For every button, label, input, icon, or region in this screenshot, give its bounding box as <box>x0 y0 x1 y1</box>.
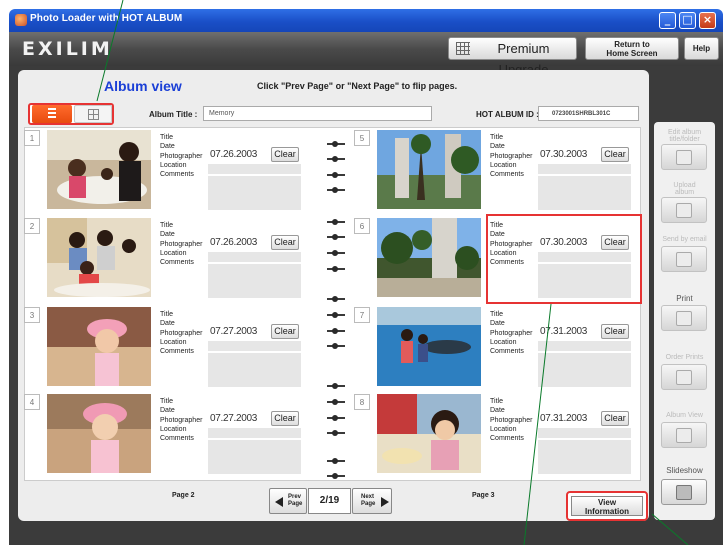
app-window: Photo Loader with HOT ALBUM _ □ × EXILIM… <box>0 0 725 545</box>
binder-ring <box>327 141 345 147</box>
binder-ring <box>327 296 345 302</box>
binder-ring <box>327 383 345 389</box>
binder-ring <box>327 328 345 334</box>
binder-ring <box>327 312 345 318</box>
binder-ring <box>327 219 345 225</box>
binder-ring <box>327 250 345 256</box>
binder-ring <box>327 234 345 240</box>
binder-ring <box>327 172 345 178</box>
callout-line <box>651 513 689 545</box>
binder-ring <box>327 415 345 421</box>
callout-line <box>96 0 124 102</box>
binder-ring <box>327 156 345 162</box>
binder-ring <box>327 266 345 272</box>
binder-ring <box>327 473 345 479</box>
callout-line <box>523 303 552 545</box>
binder-ring <box>327 187 345 193</box>
binder-ring <box>327 458 345 464</box>
binder-ring <box>327 399 345 405</box>
binder-ring <box>327 343 345 349</box>
binder-ring <box>327 430 345 436</box>
annotation-lines <box>96 0 689 545</box>
